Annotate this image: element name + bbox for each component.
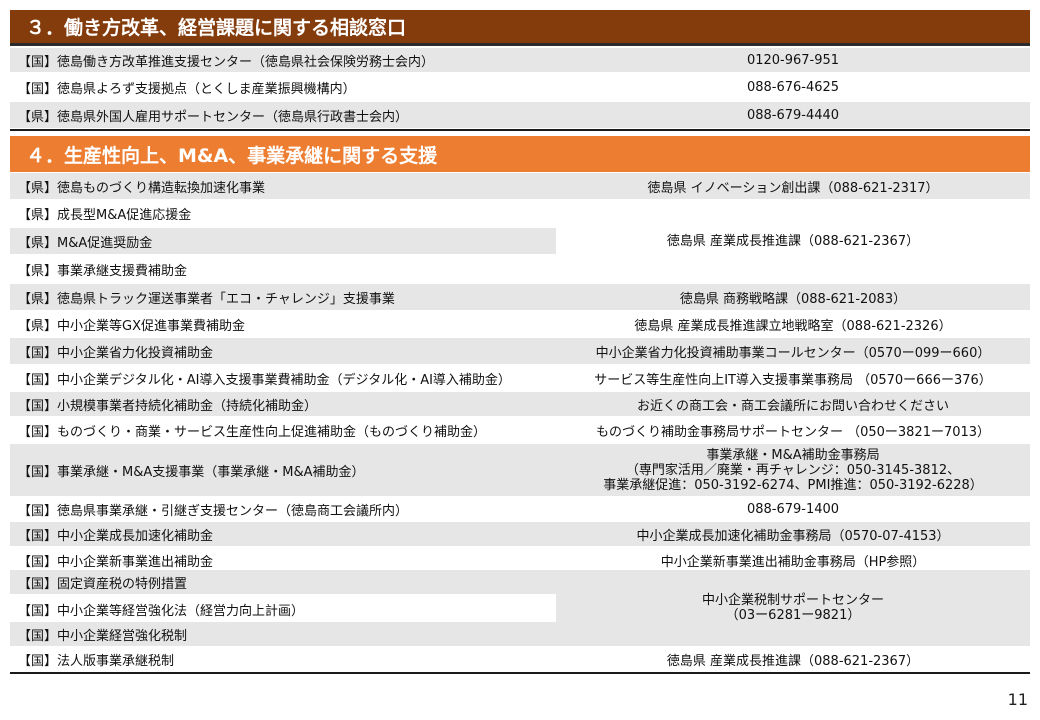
contact-info: 中小企業成長加速化補助金事務局（0570-07-4153）	[636, 528, 950, 544]
table-row: 【県】徳島ものづくり構造転換加速化事業 徳島県 イノベーション創出課（088-6…	[10, 173, 1030, 199]
contact-info: 徳島県 イノベーション創出課（088-621-2317）	[647, 180, 939, 196]
table-row: 【県】徳島県外国人雇用サポートセンター（徳島県行政書士会内） 088-679-4…	[10, 102, 1030, 128]
program-name: 【国】小規模事業者持続化補助金（持続化補助金）	[18, 398, 318, 414]
table-row: 【県】徳島県トラック運送事業者「エコ・チャレンジ」支援事業 徳島県 商務戦略課（…	[10, 284, 1030, 310]
program-name: 【国】固定資産税の特例措置	[18, 576, 188, 592]
org-name: 【国】徳島働き方改革推進支援センター（徳島県社会保険労務士会内）	[18, 54, 435, 70]
program-name: 【国】徳島県事業承継・引継ぎ支援センター（徳島商工会議所内）	[18, 503, 409, 519]
table-row: 【県】M&A促進奨励金	[10, 228, 556, 254]
contact-info: ものづくり補助金事務局サポートセンター （050ー3821ー7013）	[595, 424, 991, 440]
table-bottom-rule	[10, 672, 1030, 674]
program-name: 【国】中小企業等経営強化法（経営力向上計画）	[18, 603, 305, 619]
program-name: 【県】M&A促進奨励金	[18, 235, 153, 251]
program-name: 【国】中小企業省力化投資補助金	[18, 345, 214, 361]
contact-phone: 088-679-4440	[746, 107, 840, 123]
contact-line: 中小企業税制サポートセンター	[701, 593, 884, 608]
contact-phone: 088-676-4625	[746, 79, 840, 95]
table-row: 【国】小規模事業者持続化補助金（持続化補助金） お近くの商工会・商工会議所にお問…	[10, 392, 1030, 416]
program-name: 【県】成長型M&A促進応援金	[18, 207, 192, 223]
contact-info: 徳島県 産業成長推進課立地戦略室（088-621-2326）	[634, 318, 952, 334]
program-name: 【県】徳島県トラック運送事業者「エコ・チャレンジ」支援事業	[18, 291, 395, 307]
table-row: 【県】事業承継支援費補助金	[10, 256, 556, 282]
contact-line: 事業承継促進：050-3192-6274、PMI推進：050-3192-6228…	[603, 477, 983, 493]
contact-info-multiline: 事業承継・M&A補助金事務局 （専門家活用／廃業・再チャレンジ：050-3145…	[556, 444, 1030, 496]
program-name: 【県】徳島ものづくり構造転換加速化事業	[18, 180, 266, 196]
section-4-title: ４．生産性向上、M&A、事業承継に関する支援	[10, 136, 1030, 172]
table-row: 【国】法人版事業承継税制 徳島県 産業成長推進課（088-621-2367）	[10, 647, 1030, 671]
contact-phone: 0120-967-951	[746, 52, 840, 68]
table-row: 【国】中小企業デジタル化・AI導入支援事業費補助金（デジタル化・AI導入補助金）…	[10, 365, 1030, 391]
program-name: 【国】中小企業経営強化税制	[18, 628, 188, 644]
contact-info-merged: 徳島県 産業成長推進課（088-621-2367）	[666, 233, 920, 249]
contact-info: 中小企業省力化投資補助事業コールセンター（0570ー099ー660）	[595, 345, 991, 361]
table-row: 【国】徳島働き方改革推進支援センター（徳島県社会保険労務士会内） 0120-96…	[10, 48, 1030, 72]
table-row: 【県】成長型M&A促進応援金	[10, 200, 556, 226]
program-name: 【国】中小企業デジタル化・AI導入支援事業費補助金（デジタル化・AI導入補助金）	[18, 372, 511, 388]
program-name: 【県】事業承継支援費補助金	[18, 263, 188, 279]
table-row: 【国】徳島県事業承継・引継ぎ支援センター（徳島商工会議所内） 088-679-1…	[10, 497, 1030, 521]
contact-info-merged: 中小企業税制サポートセンター （03ー6281ー9821）	[556, 570, 1030, 646]
contact-info: 088-679-1400	[746, 501, 840, 517]
table-bottom-rule	[10, 129, 1030, 131]
table-row: 【国】中小企業省力化投資補助金 中小企業省力化投資補助事業コールセンター（057…	[10, 338, 1030, 364]
table-row: 【国】ものづくり・商業・サービス生産性向上促進補助金（ものづくり補助金） ものづ…	[10, 417, 1030, 443]
contact-info: サービス等生産性向上IT導入支援事業事務局 （0570ー666ー376）	[594, 372, 992, 388]
table-row: 【国】固定資産税の特例措置	[10, 570, 556, 594]
program-name: 【国】事業承継・M&A支援事業（事業承継・M&A補助金）	[18, 464, 365, 480]
contact-line: （専門家活用／廃業・再チャレンジ：050-3145-3812、	[625, 462, 961, 478]
page-number: 11	[1007, 690, 1028, 709]
org-name: 【国】徳島県よろず支援拠点（とくしま産業振興機構内）	[18, 81, 356, 97]
program-name: 【国】法人版事業承継税制	[18, 653, 175, 669]
org-name: 【県】徳島県外国人雇用サポートセンター（徳島県行政書士会内）	[18, 109, 409, 125]
contact-line: 事業承継・M&A補助金事務局	[706, 447, 880, 463]
table-row: 【県】中小企業等GX促進事業費補助金 徳島県 産業成長推進課立地戦略室（088-…	[10, 311, 1030, 337]
table-row: 【国】中小企業経営強化税制	[10, 622, 556, 646]
table-row: 【国】徳島県よろず支援拠点（とくしま産業振興機構内） 088-676-4625	[10, 74, 1030, 100]
section-3-title: ３．働き方改革、経営課題に関する相談窓口	[10, 10, 1030, 46]
program-name: 【県】中小企業等GX促進事業費補助金	[18, 318, 245, 334]
contact-info: お近くの商工会・商工会議所にお問い合わせください	[636, 398, 949, 414]
program-name: 【国】ものづくり・商業・サービス生産性向上促進補助金（ものづくり補助金）	[18, 424, 487, 440]
table-row: 【国】中小企業成長加速化補助金 中小企業成長加速化補助金事務局（0570-07-…	[10, 522, 1030, 546]
program-name: 【国】中小企業成長加速化補助金	[18, 528, 214, 544]
table-row: 【国】中小企業等経営強化法（経営力向上計画）	[10, 596, 556, 622]
contact-info: 徳島県 産業成長推進課（088-621-2367）	[666, 653, 920, 669]
contact-line: （03ー6281ー9821）	[725, 608, 861, 623]
contact-info: 徳島県 商務戦略課（088-621-2083）	[679, 291, 907, 307]
